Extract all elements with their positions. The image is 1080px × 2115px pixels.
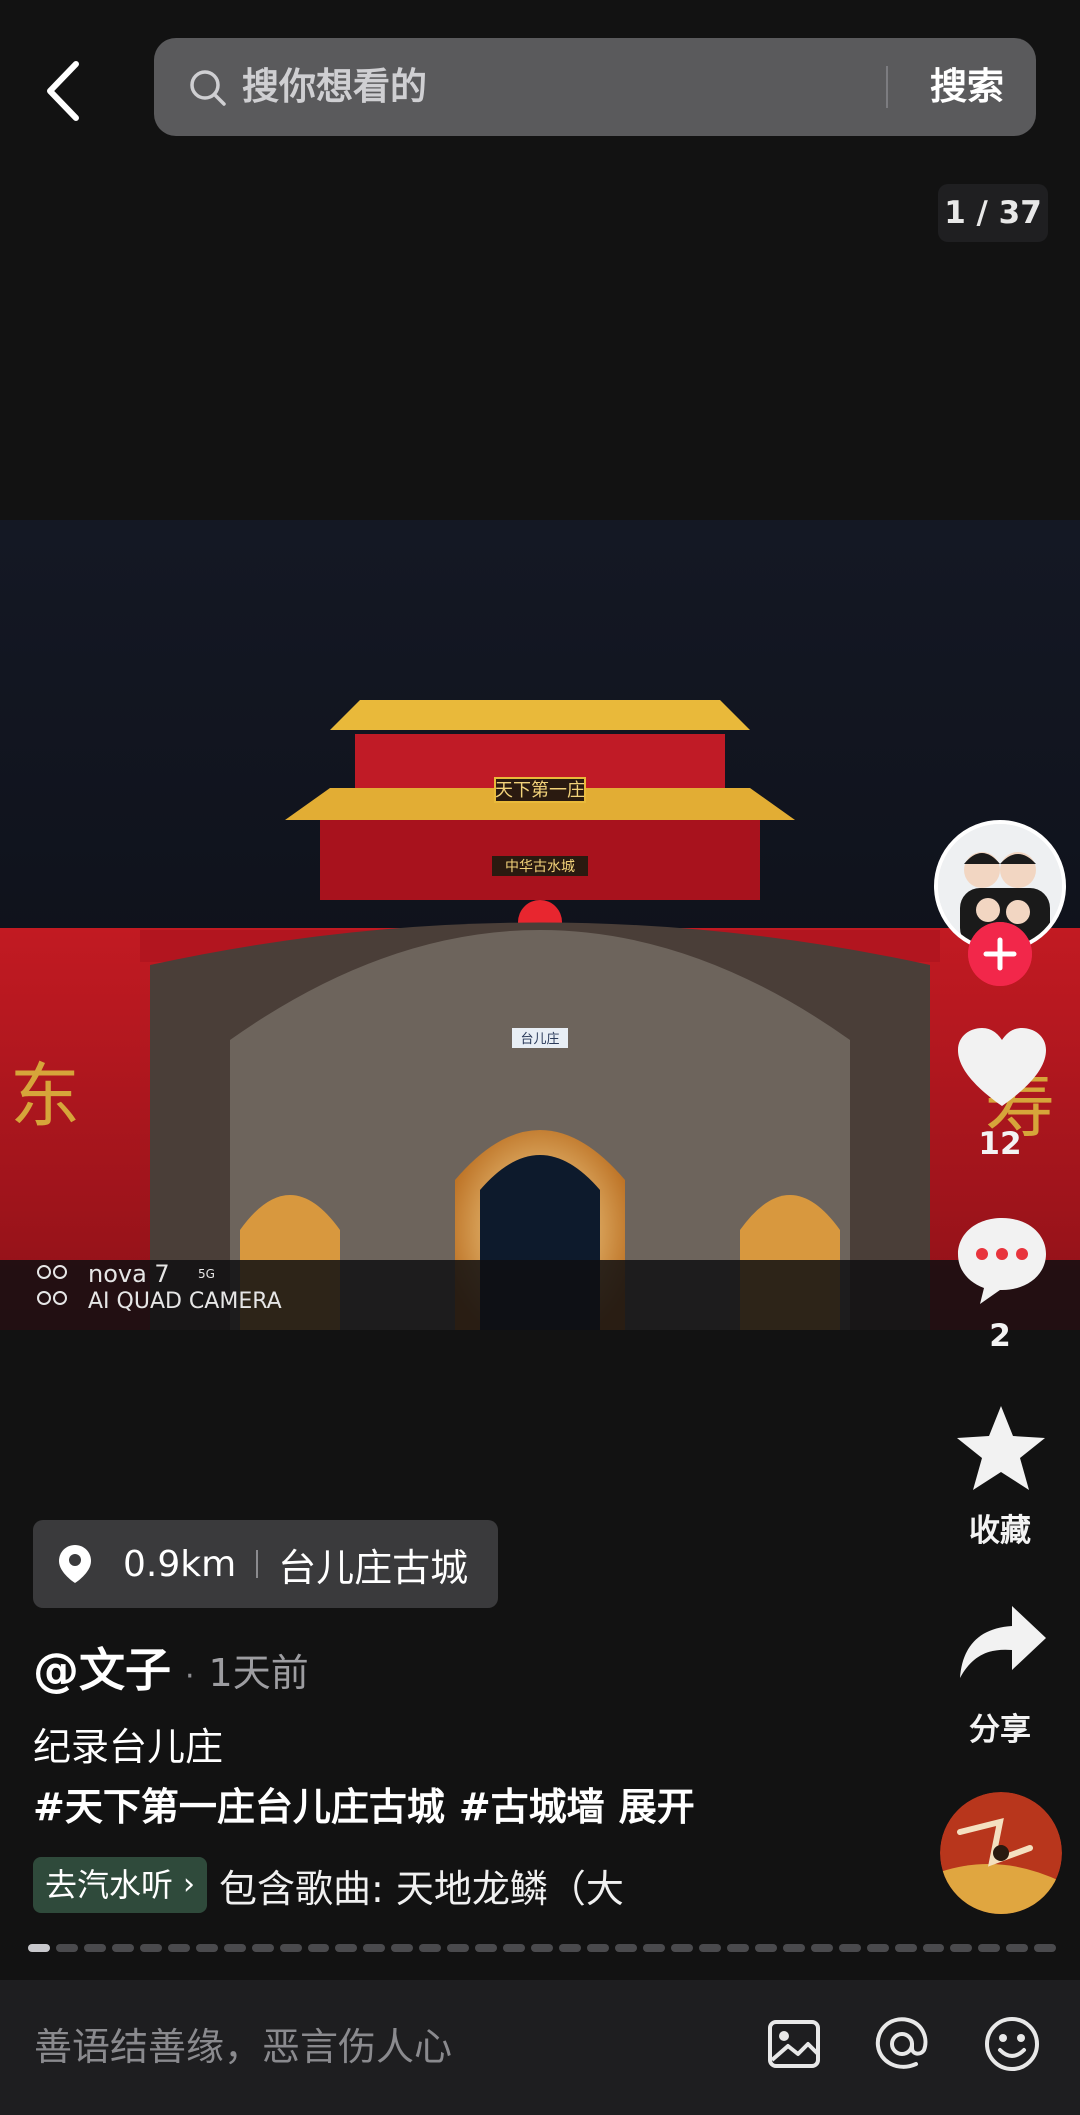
at-icon[interactable]: [872, 2014, 932, 2074]
search-divider: [886, 66, 888, 108]
expand-button[interactable]: 展开: [619, 1785, 695, 1829]
post-tags: #天下第一庄台儿庄古城 #古城墙 展开: [33, 1776, 709, 1831]
post-photo[interactable]: 天下第一庄 中华古水城 台儿庄 东 寿: [0, 520, 1080, 1330]
post-time: 1天前: [208, 1651, 309, 1695]
search-icon: [190, 70, 226, 106]
tower-plaque-mid: 中华古水城: [505, 859, 575, 875]
comment-bar: 善语结善缘，恶言伤人心: [0, 1980, 1080, 2115]
back-icon[interactable]: [36, 56, 96, 126]
song-info[interactable]: 包含歌曲: 天地龙鳞（大: [219, 1858, 655, 1913]
tower-plaque-top: 天下第一庄: [495, 780, 585, 801]
star-icon[interactable]: [955, 1404, 1047, 1492]
share-label-wrap: 分享: [930, 1704, 1070, 1749]
share-label: 分享: [969, 1712, 1031, 1748]
watermark-5g: 5G: [198, 1267, 215, 1281]
watermark-camera: AI QUAD CAMERA: [88, 1289, 282, 1312]
location-name: 台儿庄古城: [278, 1545, 469, 1590]
hashtag-2[interactable]: #古城墙: [459, 1785, 605, 1829]
location-chip[interactable]: 0.9km 台儿庄古城: [33, 1520, 499, 1608]
favorite-label-wrap: 收藏: [930, 1505, 1070, 1550]
soda-listen-label: 去汽水听: [45, 1866, 174, 1904]
search-bar[interactable]: 搜你想看的 搜索: [154, 38, 1036, 136]
location-distance: 0.9km: [123, 1543, 237, 1585]
hashtag-1[interactable]: #天下第一庄台儿庄古城: [33, 1785, 445, 1829]
wall-text-left: 东: [10, 1055, 80, 1137]
location-separator: [256, 1550, 259, 1578]
comment-icon[interactable]: [954, 1214, 1050, 1306]
emoji-icon[interactable]: [982, 2014, 1042, 2074]
heart-icon[interactable]: [956, 1026, 1048, 1110]
image-icon[interactable]: [764, 2014, 824, 2074]
like-count: 12: [978, 1126, 1022, 1162]
share-icon[interactable]: [958, 1604, 1048, 1684]
author-name[interactable]: @文子: [33, 1634, 171, 1700]
like-count-wrap: 12: [930, 1126, 1070, 1162]
follow-button[interactable]: [968, 922, 1032, 986]
location-pin-icon: [59, 1545, 91, 1583]
post-description: 纪录台儿庄: [33, 1725, 224, 1769]
music-disc[interactable]: [940, 1792, 1062, 1914]
comment-count: 2: [989, 1318, 1011, 1354]
author-line: @文子 · 1天前: [33, 1634, 309, 1697]
camera-watermark: nova 7 5G AI QUAD CAMERA: [36, 1260, 336, 1314]
favorite-label: 收藏: [969, 1513, 1031, 1549]
image-progress-bar: [28, 1944, 1057, 1952]
watermark-model: nova 7: [88, 1262, 170, 1288]
music-row: 去汽水听 › 包含歌曲: 天地龙鳞（大: [33, 1857, 655, 1913]
gate-plaque: 台儿庄: [520, 1031, 559, 1047]
image-page-counter: 1 / 37: [938, 184, 1048, 242]
comment-count-wrap: 2: [930, 1318, 1070, 1354]
author-dot: ·: [185, 1659, 195, 1694]
search-input[interactable]: 搜你想看的: [242, 38, 427, 136]
soda-listen-button[interactable]: 去汽水听 ›: [33, 1857, 208, 1913]
search-button[interactable]: 搜索: [912, 38, 1022, 136]
comment-input[interactable]: 善语结善缘，恶言伤人心: [34, 1980, 452, 2115]
chevron-right-icon: ›: [183, 1867, 196, 1902]
